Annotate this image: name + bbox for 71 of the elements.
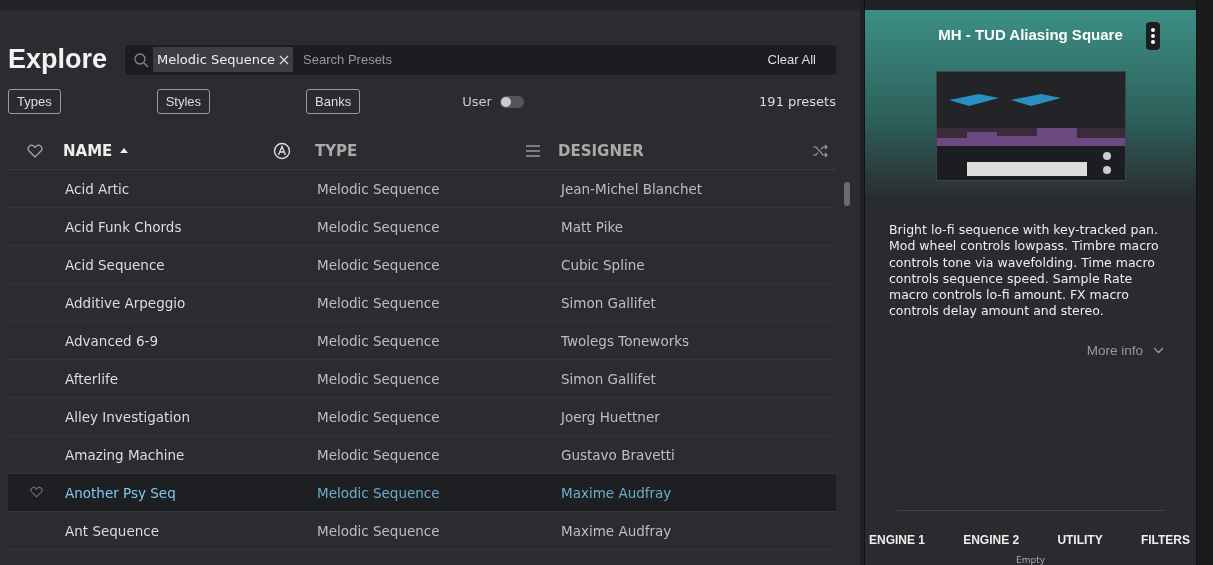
user-label: User [462, 94, 492, 109]
column-header[interactable]: DESIGNER [558, 141, 644, 160]
preset-title: MH - TUD Aliasing Square [938, 26, 1123, 43]
preset-name: Additive Arpeggio [65, 294, 187, 311]
preset-row[interactable]: Acid Funk Chords Melodic Sequence Matt Pike [8, 208, 836, 246]
preset-designer: Joerg Huettner [561, 408, 661, 425]
more-info-button[interactable]: More info [1080, 341, 1170, 359]
utility-value: Empty [1015, 555, 1046, 565]
preset-type: Melodic Sequence [317, 218, 441, 235]
preset-type: Melodic Sequence [317, 522, 441, 539]
preset-row[interactable]: Alley Investigation Melodic Sequence Joerg Huettner [8, 398, 836, 436]
more-options-icon[interactable] [1146, 22, 1160, 50]
preset-name: Alley Investigation [65, 408, 191, 425]
preset-name: Acid Funk Chords [65, 218, 183, 235]
sort-ascending-icon[interactable] [120, 148, 129, 153]
preset-designer: Twolegs Toneworks [561, 332, 691, 349]
preset-name: Amazing Machine [65, 446, 186, 463]
preset-name: Afterlife [65, 370, 119, 387]
page-title: Explore [8, 44, 108, 75]
preset-row[interactable]: Advanced 6-9 Melodic Sequence Twolegs Toneworks [8, 322, 836, 360]
preset-type: Melodic Sequence [317, 332, 441, 349]
preset-type: Melodic Sequence [317, 408, 441, 425]
preset-type: Melodic Sequence [317, 370, 441, 387]
filter-button[interactable]: Styles [156, 89, 211, 114]
preset-designer: Maxime Audfray [561, 484, 673, 501]
preset-description: Bright lo-fi sequence with key-tracked pan. Mod wheel controls lowpass. Timbre macro controls tone via wavefolding. Time macro controls sequence speed. Sample Rate macro controls lo-fi amount. FX macro controls delay amount and stereo. [889, 222, 1160, 320]
search-icon [133, 51, 150, 68]
preset-designer: Simon Gallifet [561, 370, 657, 387]
preset-name: Another Psy Seq [65, 484, 177, 501]
preset-name: Ant Sequence [65, 522, 160, 539]
preset-row[interactable]: Acid Sequence Melodic Sequence Cubic Spline [8, 246, 836, 284]
preset-type: Melodic Sequence [317, 294, 441, 311]
scrollbar-thumb[interactable] [844, 182, 850, 206]
preset-type: Melodic Sequence [317, 484, 441, 501]
filter-button[interactable]: Banks [306, 89, 361, 114]
close-icon[interactable] [279, 54, 290, 65]
section-tab[interactable]: ENGINE 2 [963, 533, 1020, 547]
section-tab[interactable]: ENGINE 1 [869, 533, 925, 547]
preset-row[interactable]: Afterlife Melodic Sequence Simon Gallifet [8, 360, 836, 398]
heart-icon[interactable] [30, 486, 43, 498]
preset-designer: Cubic Spline [561, 256, 646, 273]
search-field[interactable]: Melodic Sequence Search Presets Clear All [125, 44, 836, 75]
user-toggle[interactable] [499, 95, 524, 108]
preset-row[interactable]: Additive Arpeggio Melodic Sequence Simon Gallifet [8, 284, 836, 322]
filter-button[interactable]: Types [8, 89, 61, 114]
preset-designer: Simon Gallifet [561, 294, 657, 311]
preset-type: Melodic Sequence [317, 180, 441, 197]
preset-type: Melodic Sequence [317, 256, 441, 273]
chevron-down-icon [1153, 346, 1164, 354]
list-icon[interactable] [526, 144, 540, 157]
author-icon[interactable] [273, 141, 291, 160]
filter-chip[interactable]: Melodic Sequence [153, 47, 294, 72]
preset-name: Advanced 6-9 [65, 332, 160, 349]
preset-designer: Gustavo Bravetti [561, 446, 676, 463]
preset-designer: Matt Pike [561, 218, 625, 235]
section-tab[interactable]: UTILITY [1057, 533, 1103, 547]
clear-all-button[interactable]: Clear All [755, 52, 828, 67]
preset-type: Melodic Sequence [317, 446, 441, 463]
preset-designer: Maxime Audfray [561, 522, 673, 539]
preset-count: 191 presets [759, 94, 836, 109]
section-tab[interactable]: FILTERS [1140, 533, 1190, 547]
shuffle-icon[interactable] [812, 143, 828, 158]
preset-row[interactable]: Another Psy Seq Melodic Sequence Maxime Audfray [8, 474, 836, 512]
preset-designer: Jean-Michel Blanchet [561, 180, 704, 197]
heart-icon[interactable] [27, 143, 43, 158]
column-header[interactable]: NAME [63, 141, 113, 160]
preset-row[interactable]: Acid Artic Melodic Sequence Jean-Michel Blanchet [8, 170, 836, 208]
column-header[interactable]: TYPE [315, 141, 358, 160]
preset-name: Acid Artic [65, 180, 131, 197]
preset-row[interactable]: Ant Sequence Melodic Sequence Maxime Audfray [8, 512, 836, 550]
preset-name: Acid Sequence [65, 256, 166, 273]
